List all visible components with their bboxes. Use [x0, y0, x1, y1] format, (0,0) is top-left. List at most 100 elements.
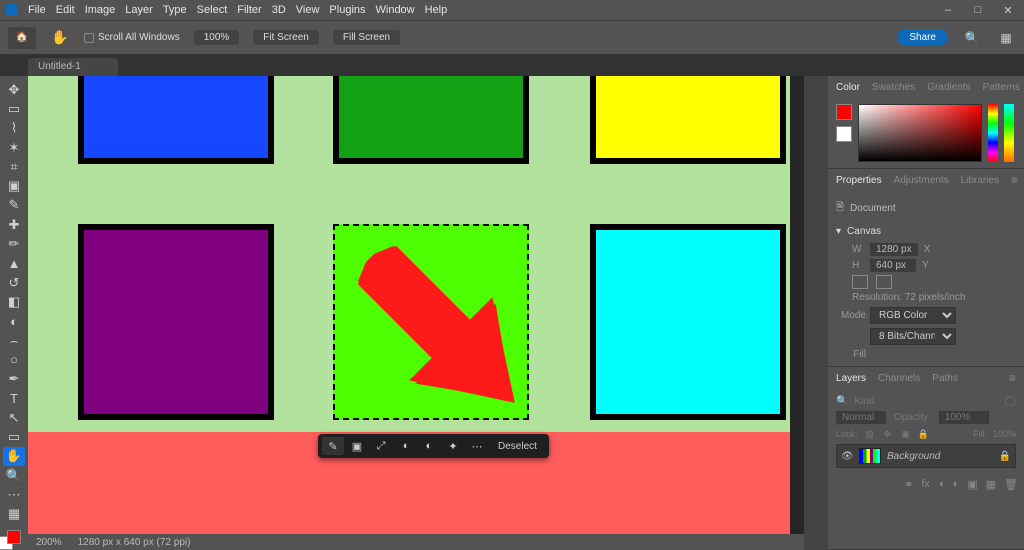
panel-menu-icon[interactable]: ≡	[1011, 173, 1018, 187]
blend-mode-select[interactable]: Normal	[836, 411, 886, 424]
window-maximize[interactable]: □	[968, 3, 988, 17]
eyedropper-tool[interactable]: ✎	[3, 196, 25, 215]
menu-edit[interactable]: Edit	[56, 4, 75, 16]
foreground-color[interactable]	[836, 104, 852, 120]
lock-position-icon[interactable]: ✥	[882, 428, 894, 440]
layer-filter-kind[interactable]: Kind	[854, 396, 874, 407]
frame-tool[interactable]: ▣	[3, 176, 25, 195]
foreground-swatch[interactable]	[7, 530, 21, 544]
brush-tool[interactable]: ✏	[3, 234, 25, 253]
fit-screen-button[interactable]: Fit Screen	[253, 30, 319, 45]
tools-more-icon[interactable]: ⋯	[3, 485, 25, 504]
eraser-tool[interactable]: ◧	[3, 292, 25, 311]
orientation-landscape-icon[interactable]	[876, 275, 892, 289]
menu-file[interactable]: File	[28, 4, 46, 16]
fill-screen-button[interactable]: Fill Screen	[333, 30, 400, 45]
path-tool[interactable]: ↖	[3, 408, 25, 427]
menu-plugins[interactable]: Plugins	[329, 4, 365, 16]
filter-pixel-icon[interactable]	[880, 395, 894, 407]
background-color[interactable]	[836, 126, 852, 142]
height-field[interactable]: 640 px	[870, 259, 916, 272]
menu-window[interactable]: Window	[376, 4, 415, 16]
zoom-level[interactable]: 100%	[194, 30, 240, 45]
share-button[interactable]: Share	[897, 29, 948, 46]
link-layers-icon[interactable]: ⚭	[904, 478, 913, 491]
zoom-tool[interactable]: 🔍	[3, 466, 25, 485]
filter-type-icon[interactable]	[920, 395, 934, 407]
ctx-transform-icon[interactable]: ⤢	[370, 437, 392, 455]
filter-shape-icon[interactable]	[940, 395, 954, 407]
tab-properties[interactable]: Properties	[836, 175, 882, 186]
delete-layer-icon[interactable]: 🗑	[1004, 478, 1018, 491]
tab-channels[interactable]: Channels	[878, 373, 920, 384]
layer-row-background[interactable]: 👁 Background 🔒	[836, 444, 1016, 468]
ctx-select-subject-icon[interactable]: ▣	[346, 437, 368, 455]
adjustment-layer-icon[interactable]: ◐	[953, 478, 960, 491]
panel-menu-icon[interactable]: ≡	[1009, 371, 1016, 385]
window-minimize[interactable]: –	[938, 3, 958, 17]
lasso-tool[interactable]: ⌇	[3, 119, 25, 138]
opacity-field[interactable]: 100%	[939, 411, 989, 424]
tab-patterns[interactable]: Patterns	[983, 82, 1020, 93]
lock-icon[interactable]: 🔒	[999, 451, 1011, 462]
wand-tool[interactable]: ✶	[3, 138, 25, 157]
ctx-fill-icon[interactable]: ◐	[418, 437, 440, 455]
blur-tool[interactable]: ⌢	[3, 331, 25, 350]
bit-depth-select[interactable]: 8 Bits/Channel	[870, 328, 956, 345]
marquee-tool[interactable]: ▭	[3, 99, 25, 118]
layer-search-icon[interactable]: 🔍	[836, 396, 848, 407]
lock-pixels-icon[interactable]: ▨	[864, 428, 876, 440]
deselect-button[interactable]: Deselect	[490, 441, 545, 452]
orientation-portrait-icon[interactable]	[852, 275, 868, 289]
filter-adjust-icon[interactable]	[900, 395, 914, 407]
type-tool[interactable]: T	[3, 389, 25, 408]
ctx-brush-icon[interactable]: ✎	[322, 437, 344, 455]
window-close[interactable]: ✕	[998, 3, 1018, 17]
chevron-down-icon[interactable]: ▾	[836, 226, 841, 237]
history-brush-tool[interactable]: ↺	[3, 273, 25, 292]
menu-image[interactable]: Image	[85, 4, 116, 16]
tab-adjustments[interactable]: Adjustments	[894, 175, 949, 186]
ctx-gen-icon[interactable]: ✦	[442, 437, 464, 455]
dock-collapsed-strip[interactable]	[804, 76, 828, 550]
filter-toggle-icon[interactable]: ◯	[1005, 396, 1016, 407]
layer-name[interactable]: Background	[887, 451, 940, 462]
home-button[interactable]: 🏠	[8, 27, 36, 49]
gradient-tool[interactable]: ◐	[3, 312, 25, 331]
ctx-mask-icon[interactable]: ◖	[394, 437, 416, 455]
width-field[interactable]: 1280 px	[870, 243, 918, 256]
hand-tool[interactable]: ✋	[3, 447, 25, 466]
color-picker-field[interactable]	[858, 104, 982, 162]
menu-filter[interactable]: Filter	[237, 4, 261, 16]
layer-mask-icon[interactable]: ◖	[938, 478, 945, 491]
menu-select[interactable]: Select	[197, 4, 228, 16]
tab-gradients[interactable]: Gradients	[927, 82, 970, 93]
tab-layers[interactable]: Layers	[836, 373, 866, 384]
lock-all-icon[interactable]: 🔒	[918, 428, 930, 440]
document-tab[interactable]: Untitled-1	[28, 58, 118, 76]
tab-color[interactable]: Color	[836, 82, 860, 93]
healing-tool[interactable]: ✚	[3, 215, 25, 234]
hue-alt-slider[interactable]	[1004, 104, 1014, 162]
hand-tool-icon[interactable]: ✋	[50, 28, 70, 48]
move-tool[interactable]: ✥	[3, 80, 25, 99]
dodge-tool[interactable]: ○	[3, 350, 25, 369]
color-mode-select[interactable]: RGB Color	[870, 307, 956, 324]
visibility-icon[interactable]: 👁	[841, 451, 853, 462]
canvas[interactable]: ✎ ▣ ⤢ ◖ ◐ ✦ ⋯ Deselect	[28, 76, 790, 534]
scroll-all-checkbox[interactable]	[84, 33, 94, 43]
tab-paths[interactable]: Paths	[932, 373, 958, 384]
filter-smart-icon[interactable]	[960, 395, 974, 407]
lock-artboard-icon[interactable]: ▣	[900, 428, 912, 440]
crop-tool[interactable]: ⌗	[3, 157, 25, 176]
status-zoom[interactable]: 200%	[36, 537, 62, 548]
menu-type[interactable]: Type	[163, 4, 187, 16]
menu-help[interactable]: Help	[425, 4, 448, 16]
menu-view[interactable]: View	[296, 4, 320, 16]
ctx-more-icon[interactable]: ⋯	[466, 437, 488, 455]
hue-slider[interactable]	[988, 104, 998, 162]
search-icon[interactable]: 🔍	[962, 28, 982, 48]
fill-opacity-field[interactable]: 100%	[993, 429, 1016, 439]
pen-tool[interactable]: ✒	[3, 369, 25, 388]
workspace-icon[interactable]: ▦	[996, 28, 1016, 48]
